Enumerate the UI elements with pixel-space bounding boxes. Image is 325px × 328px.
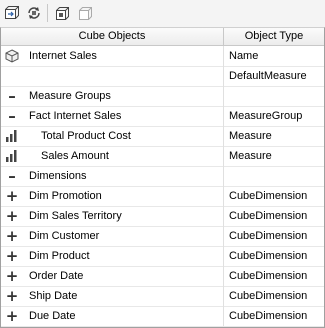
process-cube-icon[interactable]	[2, 3, 22, 23]
table-row[interactable]: DefaultMeasure	[1, 66, 324, 87]
table-row[interactable]: + Order Date CubeDimension	[1, 266, 324, 287]
object-name: Total Product Cost	[41, 130, 131, 142]
object-name: Internet Sales	[29, 50, 97, 62]
object-type-cell[interactable]: DefaultMeasure	[229, 66, 307, 86]
object-type-cell[interactable]: CubeDimension	[229, 186, 307, 206]
object-type-cell[interactable]: CubeDimension	[229, 286, 307, 306]
object-type-cell[interactable]: CubeDimension	[229, 306, 307, 326]
object-name: Dim Promotion	[29, 190, 102, 202]
measure-icon	[4, 128, 20, 144]
cube-object-cell[interactable]: + Dim Product	[1, 246, 224, 266]
object-name: Sales Amount	[41, 150, 109, 162]
object-name: Fact Internet Sales	[29, 110, 122, 122]
table-row[interactable]: – Fact Internet Sales MeasureGroup	[1, 106, 324, 127]
object-type-cell[interactable]: CubeDimension	[229, 226, 307, 246]
cube-object-cell[interactable]: + Ship Date	[1, 286, 224, 306]
deploy-icon[interactable]	[53, 3, 73, 23]
table-row[interactable]: + Dim Product CubeDimension	[1, 246, 324, 267]
table-row[interactable]: – Dimensions	[1, 166, 324, 187]
object-type-cell[interactable]: CubeDimension	[229, 266, 307, 286]
reconnect-icon[interactable]	[24, 3, 44, 23]
cube-object-cell[interactable]: – Fact Internet Sales	[1, 106, 224, 126]
object-name: Due Date	[29, 310, 76, 322]
object-name: Measure Groups	[29, 90, 111, 102]
expand-icon[interactable]: +	[4, 248, 20, 264]
object-type-cell[interactable]: CubeDimension	[229, 246, 307, 266]
toolbar	[0, 0, 325, 27]
object-type-cell[interactable]: Name	[229, 46, 258, 66]
cube-icon	[4, 48, 20, 64]
cube-objects-grid: Cube Objects Object Type Internet Sales N…	[0, 27, 325, 328]
collapse-icon[interactable]: –	[4, 168, 20, 184]
object-name: Order Date	[29, 270, 84, 282]
table-row[interactable]: – Measure Groups	[1, 86, 324, 107]
expand-icon[interactable]: +	[4, 268, 20, 284]
object-name: Dim Customer	[29, 230, 100, 242]
cube-object-cell[interactable]: Sales Amount	[1, 146, 224, 166]
cube-object-cell[interactable]: Total Product Cost	[1, 126, 224, 146]
cube-object-cell[interactable]: + Dim Promotion	[1, 186, 224, 206]
table-row[interactable]: + Dim Customer CubeDimension	[1, 226, 324, 247]
toolbar-separator	[47, 4, 48, 22]
cube-object-cell[interactable]: – Dimensions	[1, 166, 224, 186]
table-row[interactable]: + Dim Promotion CubeDimension	[1, 186, 324, 207]
object-name: Ship Date	[29, 290, 78, 302]
browse-icon[interactable]	[76, 3, 96, 23]
collapse-icon[interactable]: –	[4, 108, 20, 124]
expand-icon[interactable]: +	[4, 288, 20, 304]
cube-object-cell[interactable]: + Due Date	[1, 306, 224, 326]
cube-object-cell[interactable]: Internet Sales	[1, 46, 224, 66]
cube-object-cell[interactable]	[1, 66, 224, 86]
table-row[interactable]: Sales Amount Measure	[1, 146, 324, 167]
table-row[interactable]: Total Product Cost Measure	[1, 126, 324, 147]
object-type-cell[interactable]: CubeDimension	[229, 206, 307, 226]
table-row[interactable]: + Dim Sales Territory CubeDimension	[1, 206, 324, 227]
column-header-cube-objects[interactable]: Cube Objects	[1, 28, 224, 45]
object-name: Dimensions	[29, 170, 87, 182]
object-type-cell[interactable]: Measure	[229, 146, 272, 166]
table-row[interactable]: + Due Date CubeDimension	[1, 306, 324, 327]
table-row[interactable]: Internet Sales Name	[1, 46, 324, 67]
collapse-icon[interactable]: –	[4, 88, 20, 104]
grid-header: Cube Objects Object Type	[1, 28, 324, 46]
expand-icon[interactable]: +	[4, 208, 20, 224]
expand-icon[interactable]: +	[4, 188, 20, 204]
table-row[interactable]: + Ship Date CubeDimension	[1, 286, 324, 307]
measure-icon	[4, 148, 20, 164]
expand-icon[interactable]: +	[4, 228, 20, 244]
expand-icon[interactable]: +	[4, 308, 20, 324]
object-name: Dim Sales Territory	[29, 210, 122, 222]
object-name: Dim Product	[29, 250, 90, 262]
cube-object-cell[interactable]: – Measure Groups	[1, 86, 224, 106]
object-type-cell[interactable]: Measure	[229, 126, 272, 146]
cube-object-cell[interactable]: + Order Date	[1, 266, 224, 286]
cube-object-cell[interactable]: + Dim Customer	[1, 226, 224, 246]
column-header-object-type[interactable]: Object Type	[224, 28, 324, 45]
object-type-cell[interactable]: MeasureGroup	[229, 106, 302, 126]
cube-object-cell[interactable]: + Dim Sales Territory	[1, 206, 224, 226]
